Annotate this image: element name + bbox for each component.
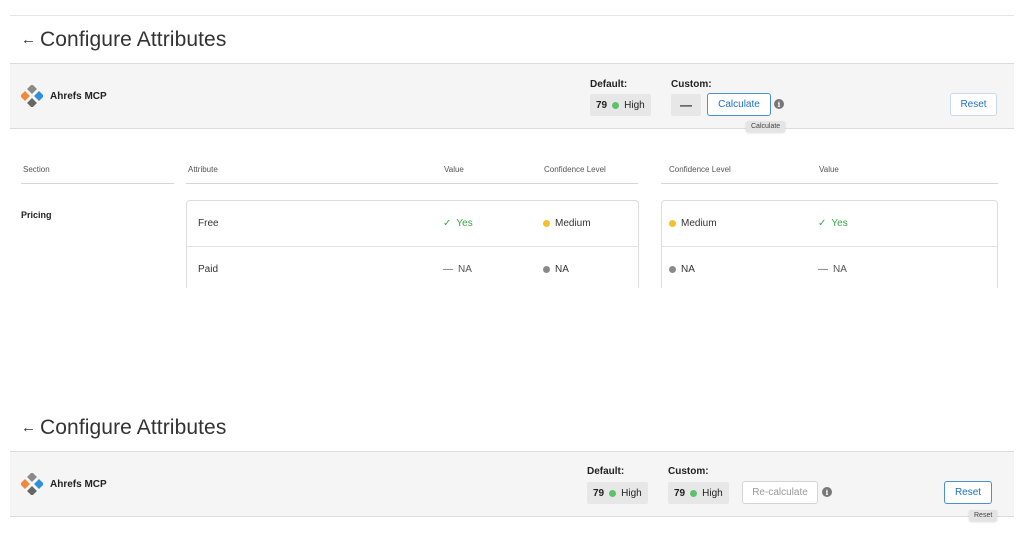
- app-name: Ahrefs MCP: [50, 90, 107, 102]
- default-level: High: [621, 487, 642, 499]
- medium-status-dot-icon: [543, 219, 550, 227]
- ahrefs-logo-icon: [21, 85, 43, 107]
- custom-attributes-card: Medium ✓ Yes NA — NA: [661, 200, 998, 288]
- attribute-name: Paid: [198, 263, 219, 275]
- confidence-text: Medium: [555, 217, 591, 229]
- page-title: ← Configure Attributes: [21, 416, 226, 440]
- custom-score: 79: [674, 487, 686, 499]
- col-header-value: Value: [444, 165, 464, 174]
- calculate-tooltip: Calculate: [746, 121, 786, 132]
- default-label: Default:: [590, 79, 628, 90]
- table-row: Medium ✓ Yes: [662, 201, 997, 245]
- confidence-text: Medium: [681, 217, 717, 229]
- back-arrow-icon[interactable]: ←: [21, 420, 36, 435]
- info-icon[interactable]: i: [774, 99, 784, 109]
- check-icon: ✓: [818, 217, 827, 229]
- reset-tooltip: Reset: [969, 510, 998, 521]
- high-status-dot-icon: [609, 489, 617, 497]
- default-score: 79: [596, 99, 608, 111]
- col-header-custom-confidence: Confidence Level: [669, 165, 731, 174]
- value-text: Yes: [831, 217, 848, 229]
- ahrefs-logo-icon: [21, 473, 43, 495]
- na-status-dot-icon: [669, 265, 676, 273]
- attribute-name: Free: [198, 217, 219, 229]
- value-text: NA: [833, 263, 847, 275]
- calculate-button[interactable]: Calculate: [707, 93, 771, 116]
- table-row: Free ✓ Yes Medium: [187, 201, 638, 245]
- col-header-confidence: Confidence Level: [544, 165, 606, 174]
- top-divider: [10, 15, 1014, 16]
- custom-score-badge: 79 High: [668, 482, 729, 504]
- na-status-dot-icon: [543, 265, 550, 273]
- custom-label: Custom:: [671, 79, 712, 90]
- confidence-level: NA: [543, 247, 569, 288]
- dash-icon: —: [443, 263, 453, 275]
- recalculate-button[interactable]: Re-calculate: [742, 481, 818, 504]
- confidence-text: NA: [681, 263, 695, 275]
- default-score-badge: 79 High: [590, 94, 651, 116]
- confidence-text: NA: [555, 263, 569, 275]
- value-text: Yes: [456, 217, 473, 229]
- header-rule-section: [21, 183, 174, 184]
- attribute-value: — NA: [443, 247, 472, 288]
- reset-button[interactable]: Reset: [950, 93, 997, 116]
- app-logo: Ahrefs MCP: [21, 473, 107, 495]
- high-status-dot-icon: [612, 101, 620, 109]
- custom-level: High: [702, 487, 723, 499]
- custom-attribute-value: — NA: [818, 247, 847, 288]
- col-header-custom-value: Value: [819, 165, 839, 174]
- section-name: Pricing: [21, 210, 52, 220]
- default-attributes-card: Free ✓ Yes Medium Paid — NA NA: [186, 200, 639, 288]
- reset-button[interactable]: Reset: [944, 481, 992, 504]
- high-status-dot-icon: [690, 489, 698, 497]
- info-icon[interactable]: i: [822, 487, 832, 497]
- default-score-badge: 79 High: [587, 482, 648, 504]
- medium-status-dot-icon: [669, 219, 676, 227]
- custom-confidence-level: NA: [669, 247, 695, 288]
- table-row: Paid — NA NA: [187, 246, 638, 288]
- default-level: High: [624, 99, 645, 111]
- default-score: 79: [593, 487, 605, 499]
- custom-attribute-value: ✓ Yes: [818, 201, 848, 245]
- app-logo: Ahrefs MCP: [21, 85, 107, 107]
- col-header-attribute: Attribute: [188, 165, 218, 174]
- check-icon: ✓: [443, 217, 452, 229]
- confidence-level: Medium: [543, 201, 591, 245]
- page-title-text: Configure Attributes: [40, 416, 227, 439]
- value-text: NA: [458, 263, 472, 275]
- dash-icon: —: [818, 263, 828, 275]
- custom-label: Custom:: [668, 466, 709, 477]
- attribute-value: ✓ Yes: [443, 201, 473, 245]
- app-header-bar: Ahrefs MCP Default: 79 High Custom: 79 H…: [10, 451, 1014, 517]
- page-title-text: Configure Attributes: [40, 28, 227, 51]
- col-header-section: Section: [23, 165, 50, 174]
- app-name: Ahrefs MCP: [50, 478, 107, 490]
- header-rule-default: [186, 183, 638, 184]
- table-row: NA — NA: [662, 246, 997, 288]
- custom-confidence-level: Medium: [669, 201, 717, 245]
- default-label: Default:: [587, 466, 625, 477]
- custom-score-empty: —: [671, 94, 701, 116]
- back-arrow-icon[interactable]: ←: [21, 32, 36, 47]
- header-rule-custom: [661, 183, 998, 184]
- page-title: ← Configure Attributes: [21, 28, 226, 52]
- app-header-bar: Ahrefs MCP Default: 79 High Custom: — Ca…: [10, 63, 1014, 129]
